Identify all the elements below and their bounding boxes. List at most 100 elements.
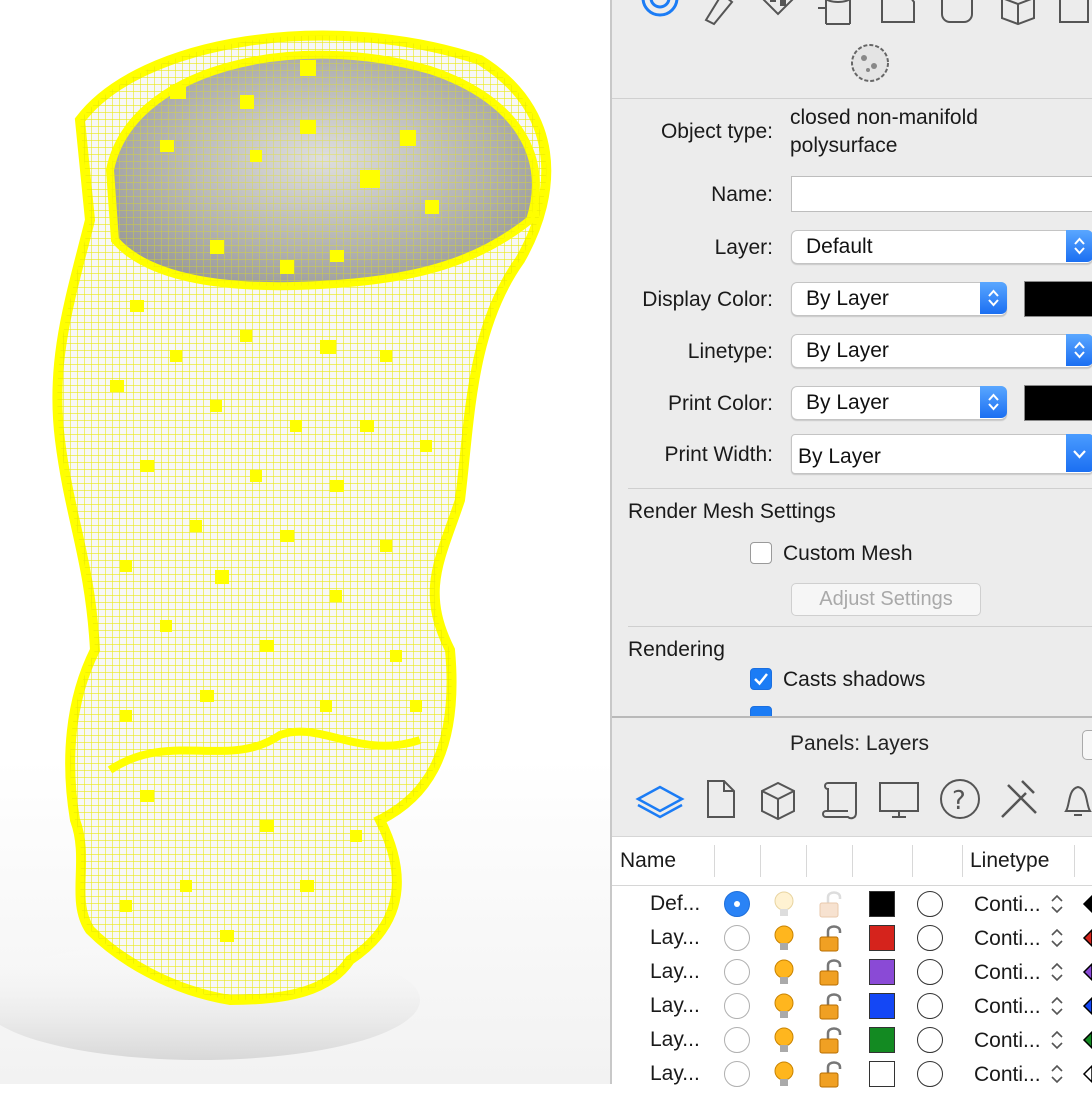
- layer-row[interactable]: Def... Conti...: [612, 886, 1092, 920]
- stepper-icon[interactable]: [1050, 961, 1064, 988]
- lock-icon[interactable]: [816, 923, 846, 958]
- material-circle-icon[interactable]: [917, 1027, 943, 1053]
- print-color-diamond-icon[interactable]: [1082, 962, 1092, 987]
- current-layer-radio[interactable]: [724, 1027, 750, 1053]
- bell-icon[interactable]: [1058, 773, 1092, 830]
- print-color-diamond-icon[interactable]: [1082, 996, 1092, 1021]
- stepper-icon[interactable]: [1050, 927, 1064, 954]
- lock-icon[interactable]: [816, 991, 846, 1026]
- display-color-swatch[interactable]: [1024, 281, 1092, 317]
- print-color-select[interactable]: By Layer: [791, 386, 1007, 420]
- name-label: Name:: [711, 183, 773, 206]
- casts-shadows-checkbox[interactable]: [750, 668, 772, 690]
- column-name[interactable]: Name: [620, 849, 676, 873]
- panel-options-button[interactable]: [1082, 730, 1092, 760]
- layers-panel-tabs: ?: [612, 773, 1092, 835]
- layer-name[interactable]: Lay...: [650, 994, 700, 1018]
- material-circle-icon[interactable]: [917, 993, 943, 1019]
- layer-color-swatch[interactable]: [869, 925, 895, 951]
- texture-mapping-icon[interactable]: [760, 0, 796, 31]
- column-linetype[interactable]: Linetype: [970, 849, 1049, 873]
- print-color-diamond-icon[interactable]: [1082, 928, 1092, 953]
- decal-icon[interactable]: [818, 0, 854, 35]
- layer-name[interactable]: Def...: [650, 892, 700, 916]
- print-width-label: Print Width:: [664, 443, 773, 466]
- layer-color-swatch[interactable]: [869, 891, 895, 917]
- lock-icon[interactable]: [816, 957, 846, 992]
- print-color-diamond-icon[interactable]: [1082, 1030, 1092, 1055]
- name-field[interactable]: [791, 176, 1092, 212]
- layer-linetype[interactable]: Conti...: [974, 961, 1041, 985]
- layer-color-swatch[interactable]: [869, 1061, 895, 1087]
- tools-icon[interactable]: [996, 773, 1042, 830]
- print-color-swatch[interactable]: [1024, 385, 1092, 421]
- document-icon[interactable]: [704, 773, 740, 830]
- casts-shadows-label: Casts shadows: [783, 668, 926, 691]
- lightbulb-on-icon[interactable]: [770, 1025, 798, 1060]
- page-icon[interactable]: [1056, 0, 1092, 31]
- layer-color-swatch[interactable]: [869, 993, 895, 1019]
- layer-color-swatch[interactable]: [869, 1027, 895, 1053]
- current-layer-radio[interactable]: [724, 925, 750, 951]
- layer-label: Layer:: [714, 236, 773, 259]
- layers-icon[interactable]: [634, 773, 686, 830]
- linetype-select[interactable]: By Layer: [791, 334, 1092, 368]
- lightbulb-on-icon[interactable]: [770, 1059, 798, 1094]
- layer-linetype[interactable]: Conti...: [974, 893, 1041, 917]
- lightbulb-off-icon[interactable]: [770, 889, 798, 924]
- layer-select[interactable]: Default: [791, 230, 1092, 264]
- current-layer-radio[interactable]: [724, 1061, 750, 1087]
- layer-linetype[interactable]: Conti...: [974, 1029, 1041, 1053]
- layer-row[interactable]: Lay... Conti...: [612, 1022, 1092, 1056]
- material-circle-icon[interactable]: [917, 1061, 943, 1087]
- viewport-3d[interactable]: [0, 0, 610, 1084]
- cube-icon[interactable]: [758, 773, 800, 830]
- layer-name[interactable]: Lay...: [650, 960, 700, 984]
- lightbulb-on-icon[interactable]: [770, 957, 798, 992]
- layer-row[interactable]: Lay... Conti...: [612, 1056, 1092, 1090]
- layer-linetype[interactable]: Conti...: [974, 927, 1041, 951]
- current-layer-radio[interactable]: [724, 891, 750, 917]
- current-layer-radio[interactable]: [724, 993, 750, 1019]
- material-circle-icon[interactable]: [917, 959, 943, 985]
- rendering-heading: Rendering: [628, 638, 725, 661]
- unlock-icon[interactable]: [816, 889, 846, 924]
- layer-row[interactable]: Lay... Conti...: [612, 988, 1092, 1022]
- box-icon[interactable]: [998, 0, 1038, 31]
- material-icon[interactable]: [702, 0, 738, 31]
- layer-linetype[interactable]: Conti...: [974, 995, 1041, 1019]
- lightbulb-on-icon[interactable]: [770, 991, 798, 1026]
- print-width-combobox[interactable]: By Layer: [791, 434, 1092, 474]
- layer-row[interactable]: Lay... Conti...: [612, 954, 1092, 988]
- layer-row[interactable]: Lay... Conti...: [612, 920, 1092, 954]
- material-circle-icon[interactable]: [917, 891, 943, 917]
- lock-icon[interactable]: [816, 1059, 846, 1094]
- print-color-diamond-icon[interactable]: [1082, 894, 1092, 919]
- layer-name[interactable]: Lay...: [650, 1062, 700, 1086]
- properties-panel: Object type: closed non-manifold polysur…: [612, 0, 1092, 716]
- display-color-select[interactable]: By Layer: [791, 282, 1007, 316]
- stepper-icon[interactable]: [1050, 1029, 1064, 1056]
- help-icon[interactable]: ?: [938, 773, 984, 830]
- lock-icon[interactable]: [816, 1025, 846, 1060]
- lightbulb-on-icon[interactable]: [770, 923, 798, 958]
- custom-mesh-checkbox[interactable]: [750, 542, 772, 564]
- object-properties-icon[interactable]: [640, 0, 680, 29]
- object-icon[interactable]: [878, 0, 918, 31]
- stepper-icon[interactable]: [1050, 1063, 1064, 1090]
- layer-linetype[interactable]: Conti...: [974, 1063, 1041, 1087]
- layer-name[interactable]: Lay...: [650, 1028, 700, 1052]
- stepper-icon[interactable]: [1050, 893, 1064, 920]
- scroll-icon[interactable]: [818, 773, 864, 830]
- adjust-settings-button[interactable]: Adjust Settings: [791, 583, 981, 616]
- monitor-icon[interactable]: [876, 773, 922, 830]
- receives-shadows-checkbox[interactable]: [750, 706, 772, 716]
- layer-name[interactable]: Lay...: [650, 926, 700, 950]
- current-layer-radio[interactable]: [724, 959, 750, 985]
- displacement-icon[interactable]: [848, 42, 892, 89]
- cube-rounded-icon[interactable]: [938, 0, 978, 31]
- layer-color-swatch[interactable]: [869, 959, 895, 985]
- material-circle-icon[interactable]: [917, 925, 943, 951]
- stepper-icon[interactable]: [1050, 995, 1064, 1022]
- print-color-diamond-icon[interactable]: [1082, 1064, 1092, 1089]
